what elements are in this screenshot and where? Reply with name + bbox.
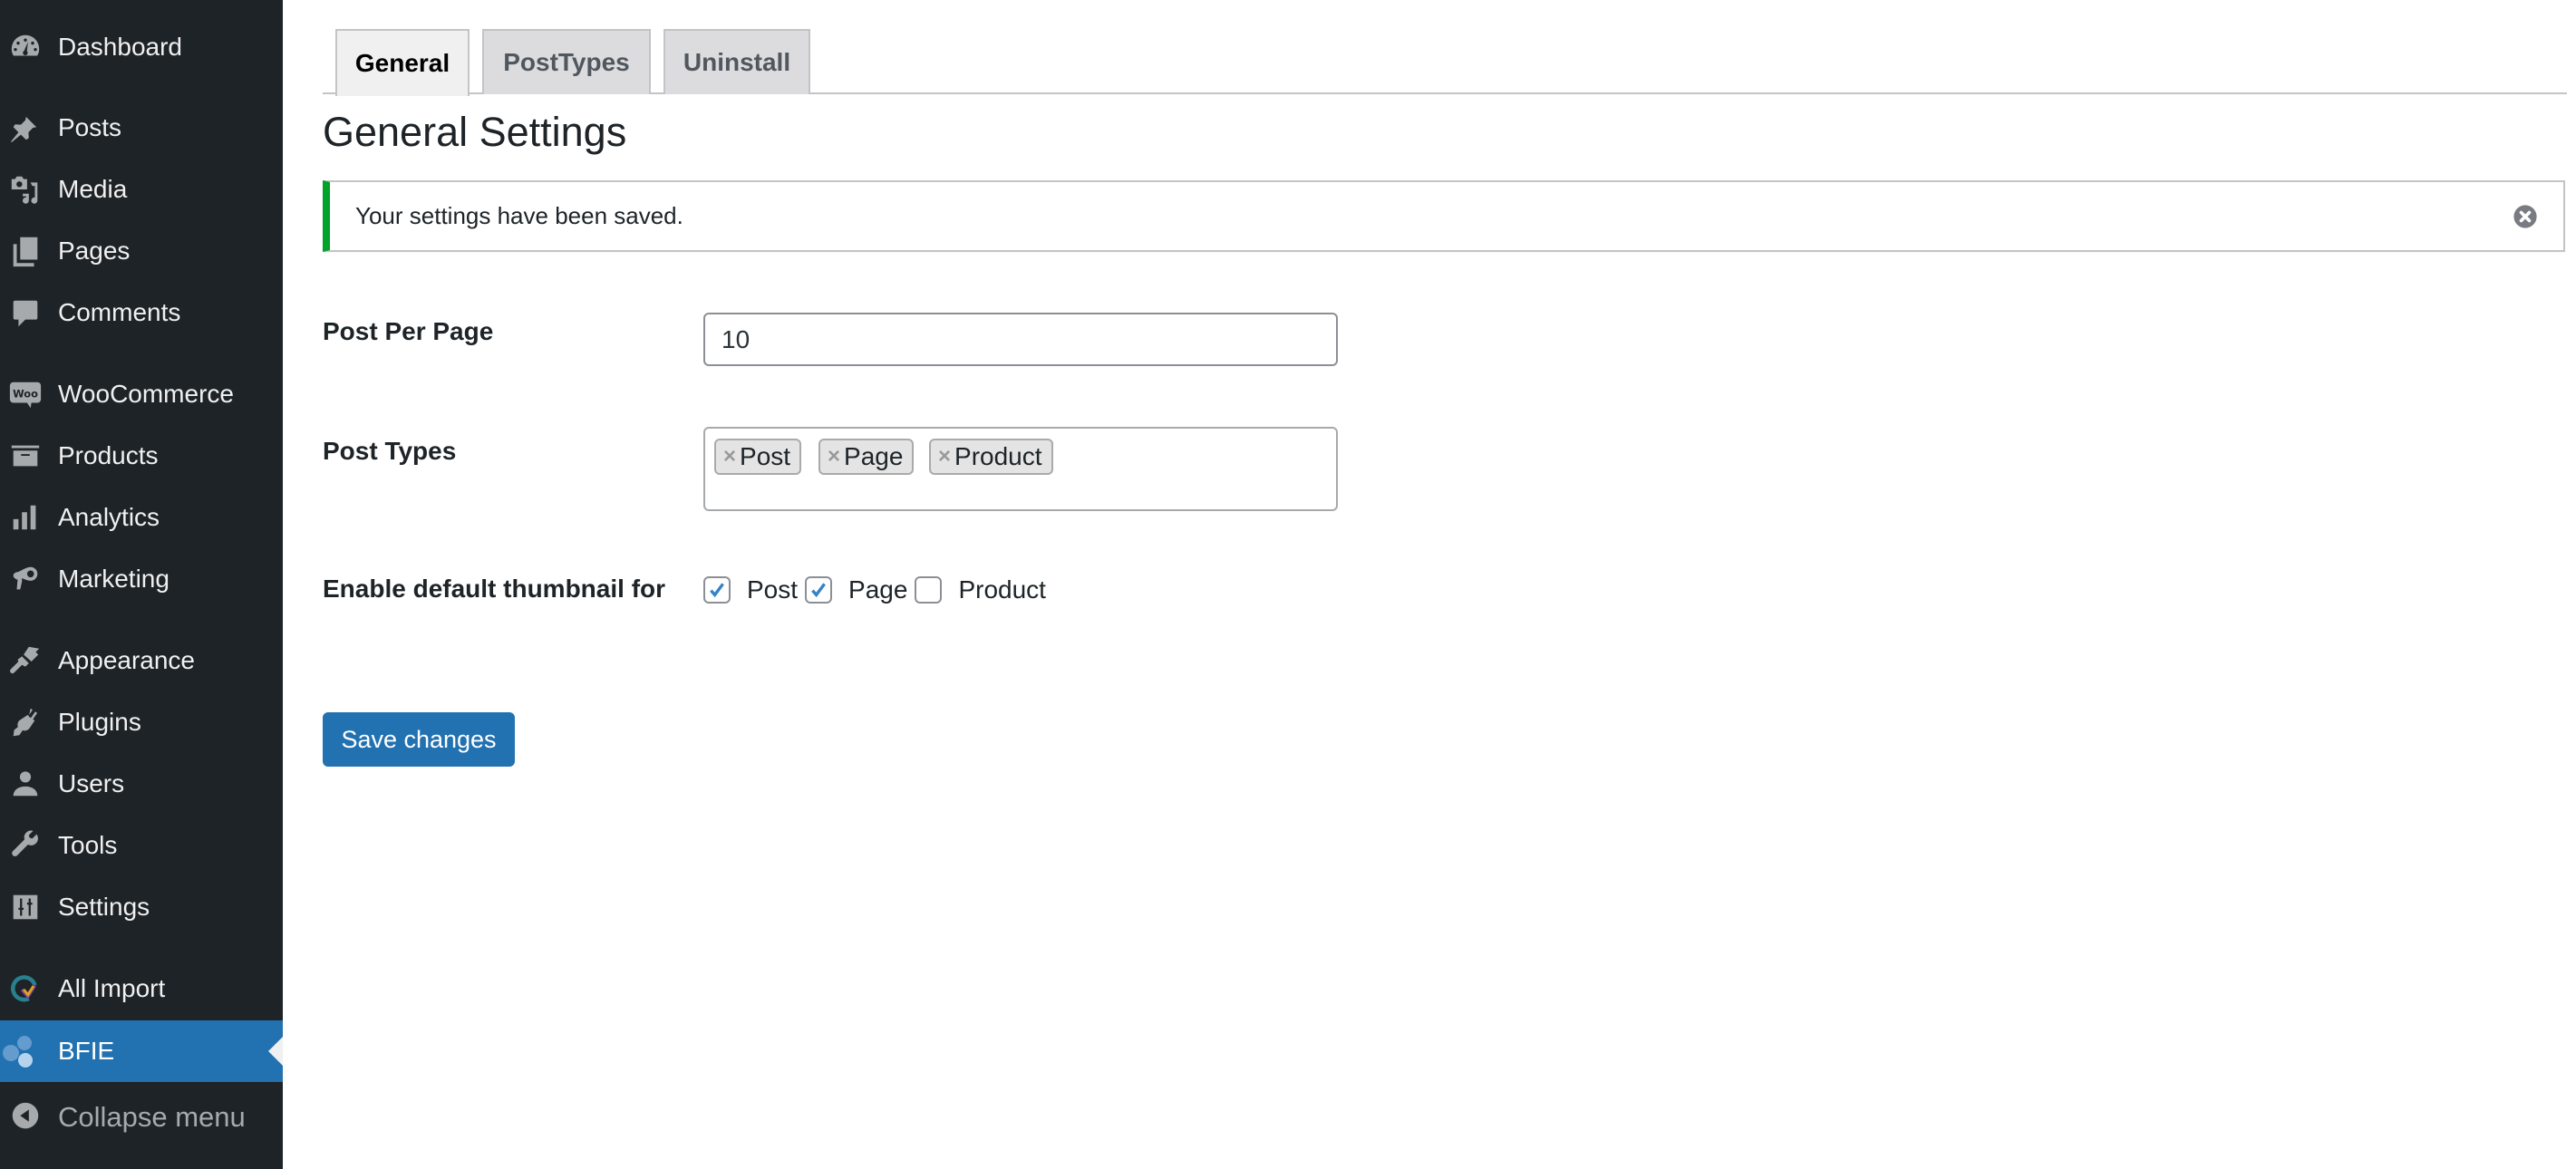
- success-notice: Your settings have been saved.: [323, 180, 2565, 252]
- sidebar-item-label: Media: [58, 175, 128, 203]
- sidebar-item-analytics[interactable]: Analytics: [0, 488, 283, 547]
- admin-sidebar: Dashboard Posts Media Pages Comments Woo…: [0, 0, 283, 1169]
- collapse-menu-label: Collapse menu: [58, 1101, 246, 1133]
- sidebar-item-label: Settings: [58, 893, 150, 921]
- sliders-icon: [7, 889, 44, 925]
- all-import-icon: [7, 971, 44, 1007]
- thumbnail-post-checkbox[interactable]: [703, 576, 731, 604]
- sidebar-item-appearance[interactable]: Appearance: [0, 631, 283, 691]
- collapse-menu-button[interactable]: Collapse menu: [0, 1087, 283, 1147]
- chip-label: Product: [954, 442, 1042, 470]
- megaphone-icon: [7, 561, 44, 597]
- sidebar-item-marketing[interactable]: Marketing: [0, 549, 283, 609]
- sidebar-item-products[interactable]: Products: [0, 426, 283, 486]
- page-title: General Settings: [323, 109, 627, 155]
- sidebar-item-label: Marketing: [58, 565, 169, 593]
- sidebar-item-label: WooCommerce: [58, 380, 234, 408]
- sidebar-item-pages[interactable]: Pages: [0, 221, 283, 281]
- dismiss-notice-button[interactable]: [2513, 204, 2538, 229]
- sidebar-item-label: Appearance: [58, 646, 196, 674]
- thumbnail-product-checkbox[interactable]: [915, 576, 943, 604]
- sidebar-item-tools[interactable]: Tools: [0, 816, 283, 875]
- collapse-arrow-icon: [7, 1099, 44, 1135]
- media-icon: [7, 171, 44, 208]
- plug-icon: [7, 704, 44, 740]
- sidebar-item-label: Plugins: [58, 708, 141, 736]
- post-type-chip: × Page: [818, 439, 915, 475]
- remove-chip-icon[interactable]: ×: [828, 444, 840, 469]
- sidebar-item-label: BFIE: [58, 1037, 115, 1065]
- checkmark-icon: [710, 583, 724, 598]
- sidebar-item-dashboard[interactable]: Dashboard: [0, 17, 283, 77]
- remove-chip-icon[interactable]: ×: [938, 444, 951, 469]
- bubbles-icon: [2, 1033, 38, 1069]
- checkmark-icon: [811, 583, 826, 598]
- wrench-icon: [7, 827, 44, 864]
- sidebar-item-woocommerce[interactable]: Woo WooCommerce: [0, 364, 283, 424]
- thumbnail-checkbox-group: Post Page Product: [703, 574, 1053, 606]
- post-types-label: Post Types: [323, 437, 457, 465]
- sidebar-item-label: Tools: [58, 831, 118, 859]
- chip-label: Post: [740, 442, 791, 470]
- sidebar-item-label: Pages: [58, 237, 131, 265]
- sidebar-item-media[interactable]: Media: [0, 159, 283, 219]
- post-type-chip: × Product: [929, 439, 1053, 475]
- pushpin-icon: [7, 110, 44, 146]
- bar-chart-icon: [7, 499, 44, 536]
- sidebar-item-plugins[interactable]: Plugins: [0, 692, 283, 752]
- sidebar-item-label: Analytics: [58, 503, 160, 531]
- sidebar-item-all-import[interactable]: All Import: [0, 959, 283, 1019]
- sidebar-item-posts[interactable]: Posts: [0, 98, 283, 158]
- post-per-page-input[interactable]: [703, 313, 1338, 366]
- thumbnail-label: Enable default thumbnail for: [323, 575, 666, 603]
- sidebar-item-bfie[interactable]: BFIE: [0, 1020, 283, 1082]
- save-changes-button[interactable]: Save changes: [323, 712, 515, 767]
- checkbox-label: Product: [958, 575, 1046, 604]
- post-type-chip: × Post: [714, 439, 802, 475]
- remove-chip-icon[interactable]: ×: [723, 444, 736, 469]
- dashboard-icon: [7, 29, 44, 65]
- thumbnail-page-checkbox[interactable]: [805, 576, 833, 604]
- post-types-multiselect[interactable]: × Post × Page × Product: [703, 427, 1338, 511]
- notice-message: Your settings have been saved.: [355, 202, 683, 229]
- close-circle-icon: [2513, 205, 2537, 228]
- tab-general[interactable]: General: [335, 29, 470, 96]
- tab-bar-border: [323, 92, 2567, 94]
- sidebar-item-users[interactable]: Users: [0, 754, 283, 814]
- sidebar-item-label: Dashboard: [58, 33, 182, 61]
- checkbox-label: Page: [848, 575, 908, 604]
- sidebar-item-label: Products: [58, 441, 159, 469]
- sidebar-item-settings[interactable]: Settings: [0, 877, 283, 937]
- archive-box-icon: [7, 438, 44, 474]
- sidebar-item-label: All Import: [58, 974, 166, 1002]
- sidebar-item-label: Users: [58, 769, 125, 797]
- sidebar-item-label: Posts: [58, 113, 122, 141]
- woocommerce-icon: Woo: [7, 376, 44, 412]
- user-icon: [7, 766, 44, 802]
- checkbox-label: Post: [747, 575, 799, 604]
- svg-text:Woo: Woo: [13, 387, 38, 400]
- post-per-page-label: Post Per Page: [323, 317, 494, 345]
- pages-icon: [7, 233, 44, 269]
- comment-icon: [7, 295, 44, 331]
- chip-label: Page: [844, 442, 904, 470]
- tab-uninstall[interactable]: Uninstall: [663, 29, 810, 94]
- paintbrush-icon: [7, 642, 44, 679]
- tab-posttypes[interactable]: PostTypes: [482, 29, 651, 94]
- sidebar-item-label: Comments: [58, 298, 181, 326]
- sidebar-item-comments[interactable]: Comments: [0, 283, 283, 343]
